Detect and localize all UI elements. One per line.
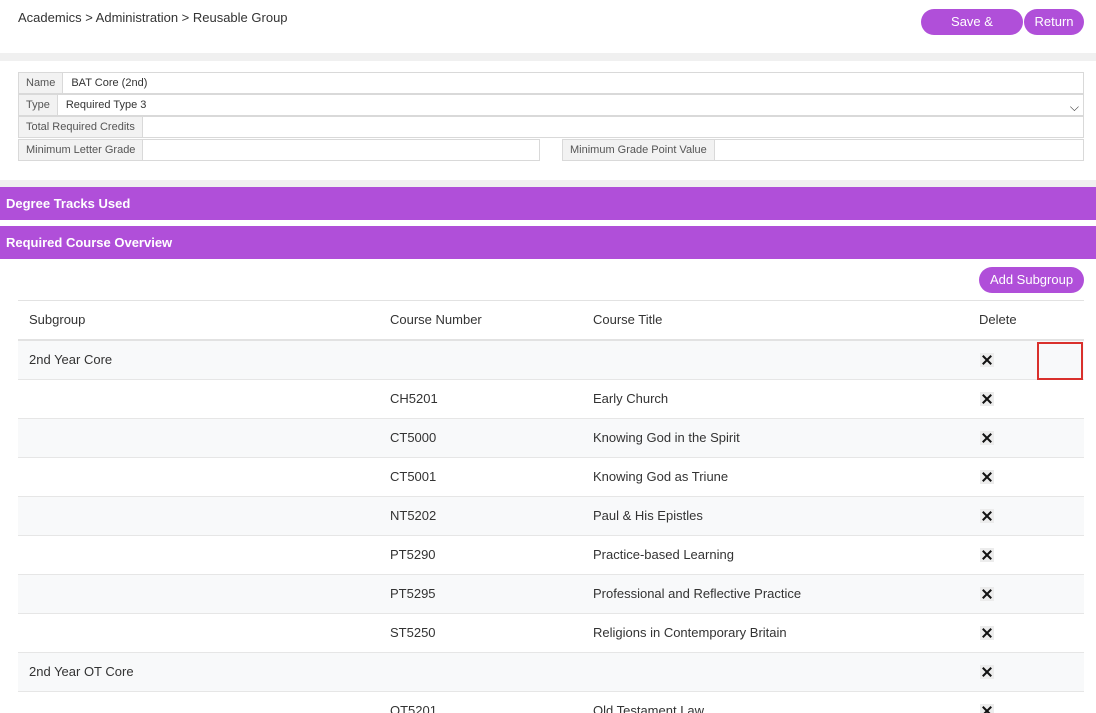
course-title-cell: Paul & His Epistles — [593, 508, 703, 523]
chevron-down-icon: ⌵ — [1069, 100, 1079, 114]
delete-icon[interactable] — [980, 431, 994, 445]
table-row: CT5000 Knowing God in the Spirit — [18, 419, 1084, 458]
header-delete: Delete — [979, 312, 1017, 327]
type-select-value: Required Type 3 — [65, 99, 147, 111]
type-row: Type Required Type 3 ⌵ — [18, 94, 1084, 116]
credits-row: Total Required Credits — [18, 116, 1084, 138]
table-row: PT5290 Practice-based Learning — [18, 536, 1084, 575]
course-number-cell: CT5001 — [390, 469, 437, 484]
course-title-cell: Knowing God in the Spirit — [593, 430, 740, 445]
delete-icon[interactable] — [980, 392, 994, 406]
name-row: Name BAT Core (2nd) — [18, 72, 1084, 94]
course-overview-header[interactable]: Required Course Overview — [0, 226, 1096, 259]
min-gpv-label: Minimum Grade Point Value — [562, 139, 715, 161]
course-number-cell: CH5201 — [390, 391, 438, 406]
subgroup-cell — [18, 575, 379, 613]
delete-icon[interactable] — [980, 353, 994, 367]
table-header: Subgroup Course Number Course Title Dele… — [18, 300, 1084, 341]
course-title-cell: Religions in Contemporary Britain — [593, 625, 787, 640]
delete-icon[interactable] — [980, 470, 994, 484]
type-select[interactable]: Required Type 3 ⌵ — [57, 94, 1084, 116]
subgroup-cell — [18, 614, 379, 652]
type-label: Type — [18, 94, 58, 116]
min-letter-label: Minimum Letter Grade — [18, 139, 144, 161]
min-gpv-field[interactable] — [714, 139, 1084, 161]
add-subgroup-button[interactable]: Add Subgroup — [979, 267, 1084, 293]
subgroup-cell — [18, 380, 379, 418]
table-row: 2nd Year OT Core — [18, 653, 1084, 692]
header-subgroup: Subgroup — [29, 312, 86, 327]
divider-band — [0, 53, 1096, 61]
header-course-number: Course Number — [390, 312, 482, 327]
table-row: NT5202 Paul & His Epistles — [18, 497, 1084, 536]
min-letter-field[interactable] — [143, 139, 540, 161]
delete-icon[interactable] — [980, 548, 994, 562]
table-row: PT5295 Professional and Reflective Pract… — [18, 575, 1084, 614]
group-form: Name BAT Core (2nd) Type Required Type 3… — [0, 61, 1096, 180]
breadcrumb[interactable]: Academics > Administration > Reusable Gr… — [18, 10, 288, 25]
table-row: CH5201 Early Church — [18, 380, 1084, 419]
course-number-cell: OT5201 — [390, 703, 437, 713]
degree-tracks-header[interactable]: Degree Tracks Used — [0, 187, 1096, 220]
min-letter-row: Minimum Letter Grade — [18, 139, 540, 161]
course-title-cell — [582, 341, 968, 379]
save-return-button[interactable]: Save & Return — [921, 9, 1023, 55]
course-number-cell: PT5290 — [390, 547, 436, 562]
subgroup-cell — [18, 497, 379, 535]
course-number-cell: PT5295 — [390, 586, 436, 601]
name-field[interactable]: BAT Core (2nd) — [63, 72, 1084, 94]
min-gpv-row: Minimum Grade Point Value — [562, 139, 1084, 161]
delete-icon[interactable] — [980, 626, 994, 640]
delete-icon[interactable] — [980, 509, 994, 523]
credits-field[interactable] — [142, 116, 1084, 138]
course-title-cell: Professional and Reflective Practice — [593, 586, 802, 601]
subgroup-cell: 2nd Year OT Core — [29, 664, 134, 679]
return-button[interactable]: Return — [1024, 9, 1084, 35]
subgroup-cell — [18, 458, 379, 496]
subgroup-cell: 2nd Year Core — [29, 352, 113, 367]
course-title-cell — [582, 653, 968, 691]
course-title-cell: Early Church — [593, 391, 669, 406]
subgroup-cell — [18, 692, 379, 713]
course-title-cell: Old Testament Law — [593, 703, 705, 713]
course-number-cell: CT5000 — [390, 430, 437, 445]
course-number-cell — [379, 653, 582, 691]
course-number-cell: NT5202 — [390, 508, 437, 523]
delete-icon[interactable] — [980, 665, 994, 679]
delete-icon[interactable] — [980, 704, 994, 713]
highlight-box — [1037, 342, 1083, 380]
header-course-title: Course Title — [593, 312, 663, 327]
subgroup-cell — [18, 419, 379, 457]
delete-icon[interactable] — [980, 587, 994, 601]
course-title-cell: Knowing God as Triune — [593, 469, 729, 484]
course-number-cell: ST5250 — [390, 625, 436, 640]
course-number-cell — [379, 341, 582, 379]
top-bar: Academics > Administration > Reusable Gr… — [0, 0, 1096, 55]
credits-label: Total Required Credits — [18, 116, 143, 138]
table-row: OT5201 Old Testament Law — [18, 692, 1084, 713]
subgroup-cell — [18, 536, 379, 574]
course-title-cell: Practice-based Learning — [593, 547, 734, 562]
name-label: Name — [18, 72, 64, 94]
table-row: CT5001 Knowing God as Triune — [18, 458, 1084, 497]
table-row: ST5250 Religions in Contemporary Britain — [18, 614, 1084, 653]
table-row: 2nd Year Core — [18, 341, 1084, 380]
course-table: Subgroup Course Number Course Title Dele… — [18, 300, 1084, 713]
